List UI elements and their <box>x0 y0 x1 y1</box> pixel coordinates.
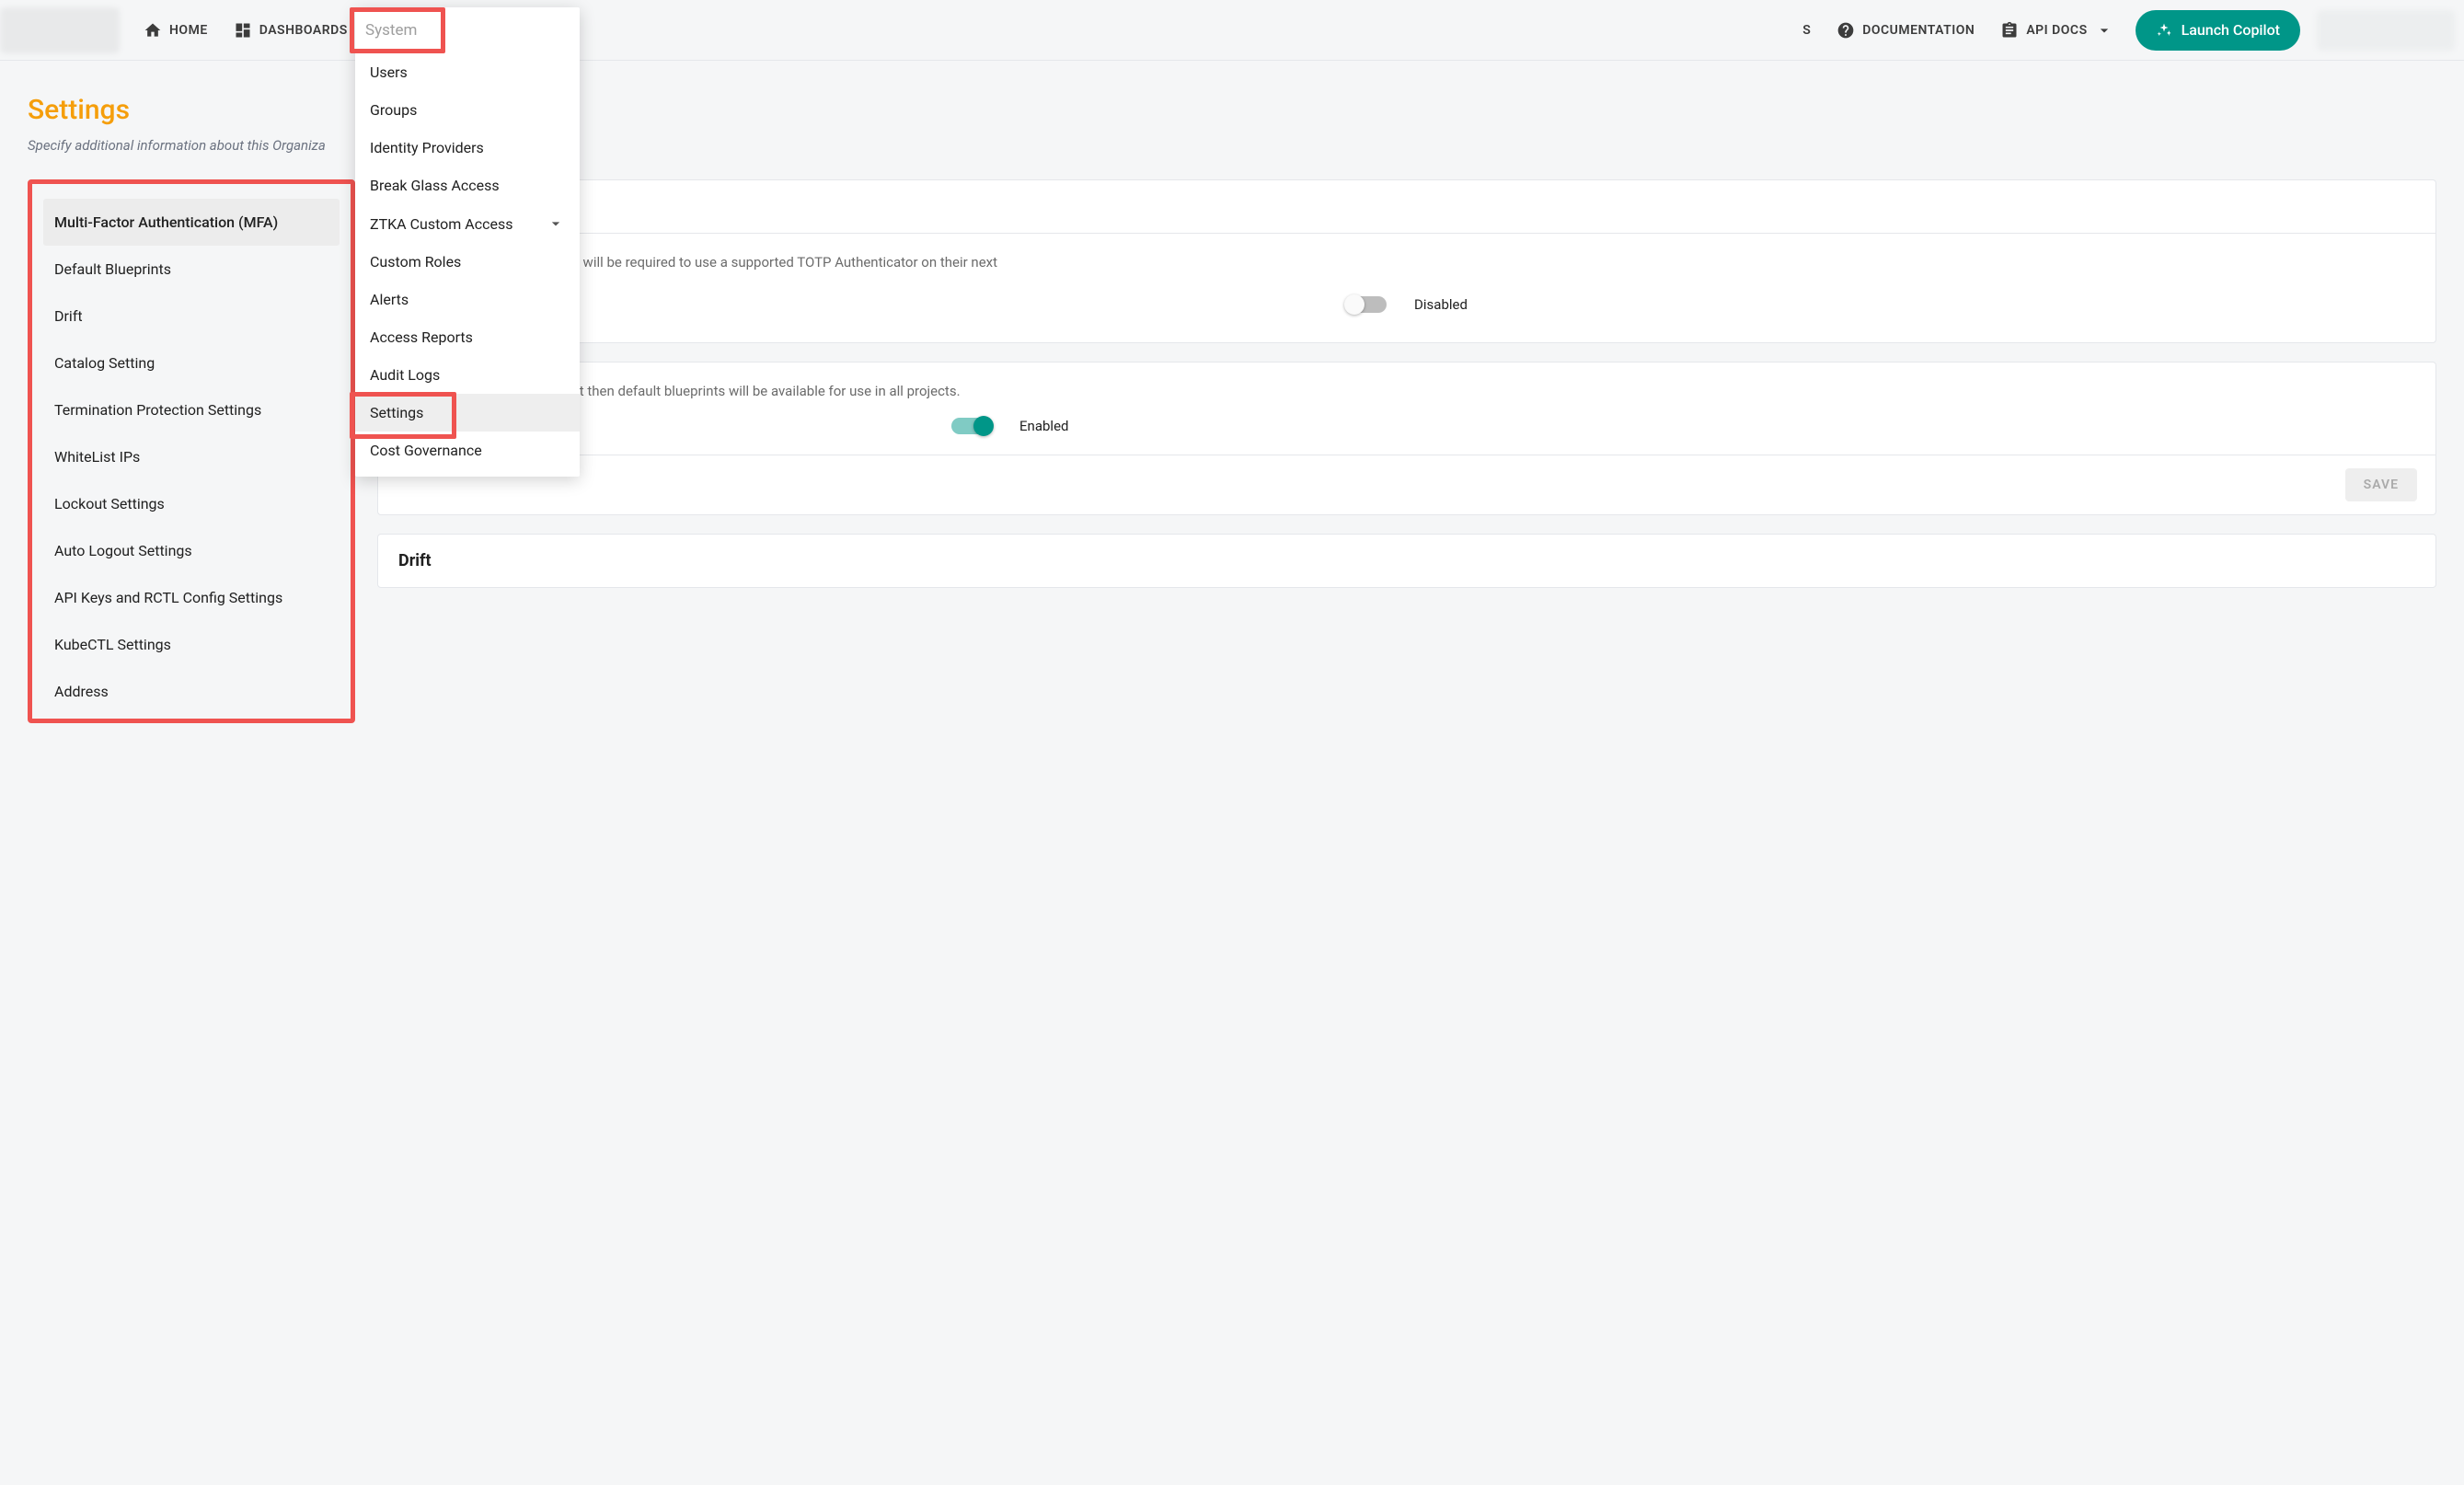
mfa-status: Disabled <box>1414 296 1468 313</box>
settings-main: n (MFA) ers of this organization. They w… <box>377 179 2436 588</box>
dropdown-item-label: Cost Governance <box>370 442 482 459</box>
clipboard-icon <box>2000 21 2019 40</box>
dropdown-item-custom-roles[interactable]: Custom Roles <box>355 243 580 281</box>
chevron-down-icon <box>547 214 565 233</box>
nav-dashboards[interactable]: DASHBOARDS <box>221 0 361 61</box>
sidebar-item-default-blueprints[interactable]: Default Blueprints <box>43 246 340 293</box>
nav-api-docs-label: API DOCS <box>2026 23 2087 38</box>
dropdown-header: System <box>350 7 445 53</box>
system-dropdown: System UsersGroupsIdentity ProvidersBrea… <box>355 7 580 477</box>
dropdown-item-access-reports[interactable]: Access Reports <box>355 318 580 356</box>
settings-sidebar-highlight: Multi-Factor Authentication (MFA)Default… <box>28 179 355 723</box>
nav-truncated-label: S <box>1802 23 1811 38</box>
chevron-down-icon <box>2095 21 2113 40</box>
dropdown-item-label: Break Glass Access <box>370 177 500 194</box>
nav-api-docs[interactable]: API DOCS <box>1987 0 2125 61</box>
blueprints-card: If you enable default blueprint then def… <box>377 362 2436 515</box>
blueprints-card-footer: SAVE <box>378 455 2435 514</box>
dropdown-item-groups[interactable]: Groups <box>355 91 580 129</box>
blueprints-toggle[interactable] <box>951 418 992 434</box>
sidebar-item-catalog-setting[interactable]: Catalog Setting <box>43 340 340 386</box>
dropdown-item-label: ZTKA Custom Access <box>370 215 512 233</box>
help-icon <box>1836 21 1855 40</box>
nav-home-label: HOME <box>169 23 208 38</box>
copilot-label: Launch Copilot <box>2182 21 2280 39</box>
dropdown-item-cost-governance[interactable]: Cost Governance <box>355 432 580 469</box>
dropdown-item-ztka-custom-access[interactable]: ZTKA Custom Access <box>355 204 580 243</box>
launch-copilot-button[interactable]: Launch Copilot <box>2136 10 2300 51</box>
nav-home[interactable]: HOME <box>131 0 221 61</box>
blueprints-card-body: If you enable default blueprint then def… <box>378 363 2435 455</box>
dropdown-item-settings[interactable]: Settings <box>355 394 580 432</box>
dropdown-item-break-glass-access[interactable]: Break Glass Access <box>355 167 580 204</box>
nav-truncated-item[interactable]: S <box>1802 0 1824 61</box>
dropdown-item-label: Access Reports <box>370 328 473 346</box>
dropdown-item-label: Groups <box>370 101 417 119</box>
blueprints-status: Enabled <box>1019 418 1068 434</box>
dropdown-item-label: Settings <box>370 404 423 421</box>
drift-card-title: Drift <box>378 535 2435 587</box>
dropdown-item-label: Users <box>370 63 408 81</box>
dropdown-item-label: Audit Logs <box>370 366 440 384</box>
home-icon <box>144 21 162 40</box>
dropdown-item-identity-providers[interactable]: Identity Providers <box>355 129 580 167</box>
sidebar-item-auto-logout-settings[interactable]: Auto Logout Settings <box>43 527 340 574</box>
dropdown-item-alerts[interactable]: Alerts <box>355 281 580 318</box>
sidebar-item-address[interactable]: Address <box>43 668 340 715</box>
dropdown-item-audit-logs[interactable]: Audit Logs <box>355 356 580 394</box>
save-button[interactable]: SAVE <box>2345 468 2417 501</box>
logo-placeholder <box>0 7 120 53</box>
nav-documentation-label: DOCUMENTATION <box>1862 23 1975 38</box>
settings-sidebar: Multi-Factor Authentication (MFA)Default… <box>43 199 340 715</box>
mfa-card-body: ers of this organization. They will be r… <box>378 234 2435 342</box>
sidebar-item-api-keys-and-rctl-config-settings[interactable]: API Keys and RCTL Config Settings <box>43 574 340 621</box>
sidebar-item-lockout-settings[interactable]: Lockout Settings <box>43 480 340 527</box>
nav-documentation[interactable]: DOCUMENTATION <box>1824 0 1987 61</box>
sidebar-item-termination-protection-settings[interactable]: Termination Protection Settings <box>43 386 340 433</box>
mfa-toggle[interactable] <box>1346 296 1387 313</box>
nav-dashboards-label: DASHBOARDS <box>259 23 348 38</box>
dashboard-icon <box>234 21 252 40</box>
drift-card: Drift <box>377 534 2436 588</box>
dropdown-item-users[interactable]: Users <box>355 53 580 91</box>
mfa-card-title: n (MFA) <box>378 180 2435 234</box>
dropdown-item-label: Identity Providers <box>370 139 484 156</box>
dropdown-item-label: Alerts <box>370 291 409 308</box>
sidebar-item-whitelist-ips[interactable]: WhiteList IPs <box>43 433 340 480</box>
sidebar-item-drift[interactable]: Drift <box>43 293 340 340</box>
mfa-card: n (MFA) ers of this organization. They w… <box>377 179 2436 343</box>
dropdown-item-label: Custom Roles <box>370 253 461 271</box>
sparkle-icon <box>2156 22 2172 39</box>
sidebar-item-multi-factor-authentication-mfa-[interactable]: Multi-Factor Authentication (MFA) <box>43 199 340 246</box>
sidebar-item-kubectl-settings[interactable]: KubeCTL Settings <box>43 621 340 668</box>
user-menu-placeholder[interactable] <box>2317 10 2455 51</box>
